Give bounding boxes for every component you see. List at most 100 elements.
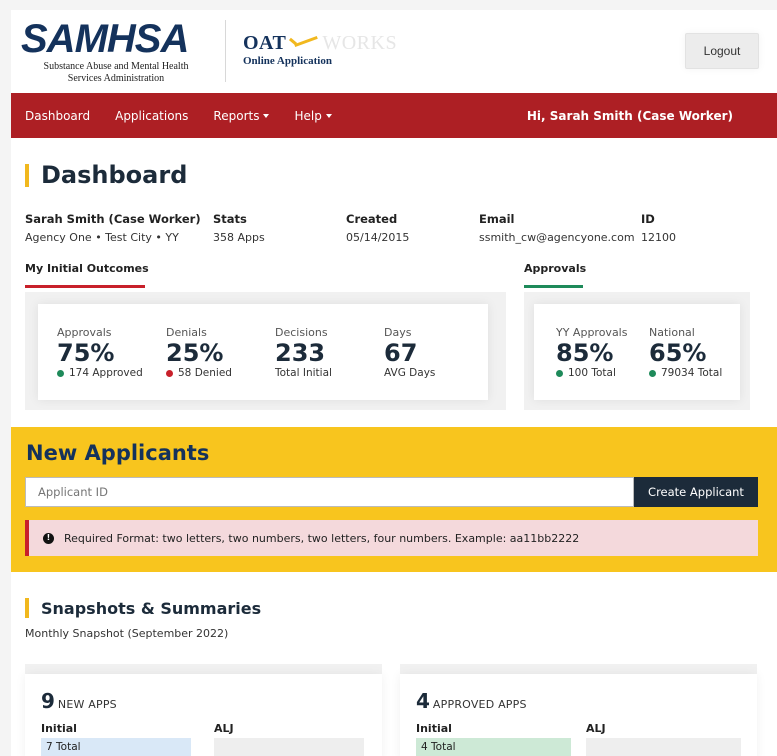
stat-sub: 174 Approved <box>57 366 143 380</box>
snapshot-approved-apps: 4 APPROVED APPS Initial ALJ 4 Total <box>400 664 757 756</box>
nav-item-label: Reports <box>213 108 260 123</box>
main-nav: Dashboard Applications Reports Help Hi, … <box>11 93 777 138</box>
stat-yy-approvals: YY Approvals 85% 100 Total <box>556 326 627 380</box>
stat-label: Approvals <box>57 326 112 339</box>
info-label: Email <box>479 212 515 226</box>
info-label: Created <box>346 212 398 226</box>
stat-label: Denials <box>166 326 207 339</box>
snapshot-count-label: NEW APPS <box>57 698 117 711</box>
oat-works-logo[interactable]: OAT WORKS Online Application <box>243 32 397 68</box>
stat-decisions: Decisions 233 Total Initial <box>275 326 332 380</box>
applicant-id-input[interactable] <box>25 477 634 507</box>
info-value: 358 Apps <box>213 231 265 244</box>
snapshot-initial-bar: 7 Total <box>41 738 191 756</box>
page-title: Dashboard <box>41 161 188 189</box>
nav-item-label: Applications <box>115 108 189 123</box>
stat-sub-text: AVG Days <box>384 367 436 379</box>
outcomes-card: Approvals 75% 174 Approved Denials 25% 5… <box>38 304 488 400</box>
snapshot-card: 4 APPROVED APPS Initial ALJ 4 Total <box>400 674 757 756</box>
info-id: ID 12100 <box>641 212 676 245</box>
user-greeting: Hi, Sarah Smith (Case Worker) <box>526 108 733 123</box>
stat-label: National <box>649 326 695 339</box>
new-applicants-title: New Applicants <box>26 441 210 465</box>
approvals-panel: YY Approvals 85% 100 Total National 65% … <box>524 292 750 410</box>
approvals-card: YY Approvals 85% 100 Total National 65% … <box>534 304 740 400</box>
info-user: Sarah Smith (Case Worker) Agency One • T… <box>25 212 201 245</box>
oat-subtitle: Online Application <box>243 55 332 67</box>
approvals-section-label: Approvals <box>524 262 587 275</box>
nav-item-help[interactable]: Help <box>294 108 332 123</box>
caret-down-icon <box>325 113 332 118</box>
stat-sub: 79034 Total <box>649 366 722 380</box>
stat-value: 65% <box>649 339 707 367</box>
green-dot-icon <box>57 369 64 377</box>
snapshots-subtitle: Monthly Snapshot (September 2022) <box>25 627 229 640</box>
info-label: Sarah Smith (Case Worker) <box>25 212 201 226</box>
stat-sub-text: 174 Approved <box>69 367 143 379</box>
title-accent-bar <box>25 164 29 187</box>
snapshot-alj-bar <box>586 738 741 756</box>
oat-title: OAT WORKS <box>243 32 397 54</box>
nav-item-label: Help <box>294 108 322 123</box>
alert-text: Required Format: two letters, two number… <box>64 531 580 545</box>
snapshot-alj-label: ALJ <box>586 722 606 735</box>
nav-item-applications[interactable]: Applications <box>115 109 188 123</box>
info-label: Stats <box>213 212 247 226</box>
stat-label: Decisions <box>275 326 328 339</box>
create-applicant-button[interactable]: Create Applicant <box>634 477 758 507</box>
nav-item-reports[interactable]: Reports <box>213 108 270 123</box>
info-value: 05/14/2015 <box>346 231 410 244</box>
snapshot-count: 4 <box>416 689 430 713</box>
snapshot-initial-label: Initial <box>416 722 452 735</box>
outcomes-section-label: My Initial Outcomes <box>25 262 149 275</box>
stat-sub: 58 Denied <box>166 366 232 380</box>
stat-sub-text: 58 Denied <box>178 367 232 379</box>
stat-value: 67 <box>384 339 418 367</box>
stat-value: 75% <box>57 339 115 367</box>
stat-value: 233 <box>275 339 326 367</box>
stat-value: 85% <box>556 339 614 367</box>
nav-item-label: Dashboard <box>25 108 91 123</box>
stat-approvals: Approvals 75% 174 Approved <box>57 326 143 380</box>
stat-label: Days <box>384 326 412 339</box>
snapshot-count-label: APPROVED APPS <box>432 698 527 711</box>
snapshot-card: 9 NEW APPS Initial ALJ 7 Total <box>25 674 382 756</box>
oat-prefix: OAT <box>243 32 287 54</box>
format-alert: ! Required Format: two letters, two numb… <box>25 520 758 556</box>
stat-sub-text: 100 Total <box>568 367 616 379</box>
green-dot-icon <box>649 369 656 377</box>
snapshots-accent-bar <box>25 598 29 618</box>
info-stats: Stats 358 Apps <box>213 212 265 245</box>
nav-item-dashboard[interactable]: Dashboard <box>25 109 90 123</box>
snapshot-number: 9 NEW APPS <box>41 690 117 716</box>
info-label: ID <box>641 212 655 226</box>
outcomes-underline <box>25 285 145 288</box>
stat-denials: Denials 25% 58 Denied <box>166 326 232 380</box>
info-value: Agency One • Test City • YY <box>25 231 179 244</box>
stat-sub-text: 79034 Total <box>661 367 723 379</box>
samhsa-logo[interactable]: SAMHSA Substance Abuse and Mental Health… <box>21 19 211 85</box>
checkmark-icon <box>287 37 321 51</box>
info-value: 12100 <box>641 231 676 244</box>
logout-button[interactable]: Logout <box>685 33 759 69</box>
header-divider <box>225 20 226 82</box>
snapshot-initial-bar: 4 Total <box>416 738 571 756</box>
snapshot-new-apps: 9 NEW APPS Initial ALJ 7 Total <box>25 664 382 756</box>
logo-subtitle: Substance Abuse and Mental Health Servic… <box>21 61 211 85</box>
info-email: Email ssmith_cw@agencyone.com <box>479 212 635 245</box>
site-header: SAMHSA Substance Abuse and Mental Health… <box>11 10 777 93</box>
logo-subtitle-line1: Substance Abuse and Mental Health <box>43 61 189 72</box>
oat-suffix: WORKS <box>322 32 398 54</box>
info-value: ssmith_cw@agencyone.com <box>479 231 635 244</box>
stat-sub: 100 Total <box>556 366 627 380</box>
stat-national: National 65% 79034 Total <box>649 326 722 380</box>
info-created: Created 05/14/2015 <box>346 212 409 245</box>
new-applicants-panel: New Applicants Create Applicant ! Requir… <box>11 427 777 572</box>
snapshot-initial-label: Initial <box>41 722 77 735</box>
snapshots-title: Snapshots & Summaries <box>41 599 262 618</box>
stat-label: YY Approvals <box>556 326 628 339</box>
snapshot-count: 9 <box>41 689 55 713</box>
stat-value: 25% <box>166 339 224 367</box>
stat-sub-text: Total Initial <box>275 367 332 379</box>
snapshot-alj-bar <box>214 738 364 756</box>
